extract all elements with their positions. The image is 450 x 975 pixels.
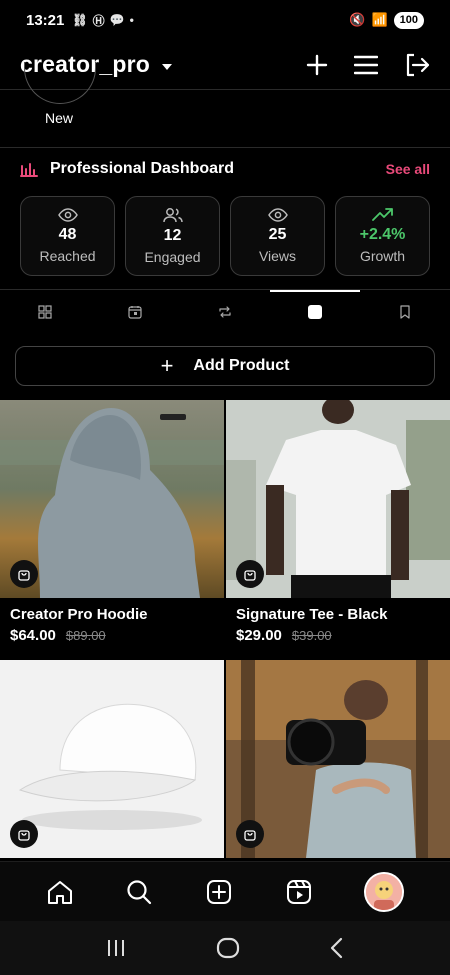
reels-icon[interactable] <box>285 878 313 906</box>
sync-icon: ⛓ <box>72 13 88 27</box>
wifi-icon: 📶 <box>371 12 388 27</box>
stat-card-views[interactable]: 25 Views <box>230 196 325 276</box>
tab-grid[interactable] <box>0 292 90 332</box>
professional-dashboard: Professional Dashboard See all 48 Reache… <box>0 148 450 290</box>
calendar-icon <box>128 306 142 319</box>
stat-value: 48 <box>58 226 77 243</box>
status-bar: 13:21 ⛓ Ⓗ 💬 • 🔇 📶 100 <box>0 0 450 40</box>
stat-card-growth[interactable]: +2.4% Growth <box>335 196 430 276</box>
grid-icon <box>38 305 52 319</box>
dashboard-header: Professional Dashboard See all <box>20 160 430 178</box>
search-icon[interactable] <box>125 878 153 906</box>
bookmark-icon <box>400 305 410 319</box>
tab-saved[interactable] <box>360 292 450 332</box>
plus-icon: + <box>160 353 174 378</box>
chevron-down-icon[interactable] <box>162 63 173 70</box>
stat-label: Views <box>258 248 297 264</box>
stat-card-reached[interactable]: 48 Reached <box>20 196 115 276</box>
product-prices: $64.00 $89.00 <box>10 627 214 644</box>
product-old-price: $39.00 <box>291 628 332 643</box>
users-icon <box>162 208 183 223</box>
screen: 13:21 ⛓ Ⓗ 💬 • 🔇 📶 100 creator_pro New Pr… <box>0 0 450 975</box>
see-all-link[interactable]: See all <box>386 161 430 177</box>
dashboard-title: Professional Dashboard <box>50 160 235 177</box>
recent-apps-icon[interactable] <box>105 938 127 958</box>
product-price: $64.00 <box>10 627 56 644</box>
new-highlight-ring[interactable] <box>24 62 96 104</box>
message-icon: 💬 <box>109 13 125 27</box>
status-right: 🔇 📶 100 <box>349 11 424 29</box>
product-old-price: $89.00 <box>65 628 106 643</box>
stat-label: Reached <box>39 248 96 264</box>
dot-icon: • <box>129 13 134 27</box>
header-actions <box>306 53 430 77</box>
tab-reposts[interactable] <box>180 292 270 332</box>
shopping-bag-icon[interactable] <box>236 560 264 588</box>
stat-value: 25 <box>268 226 287 243</box>
shopping-bag-icon[interactable] <box>10 560 38 588</box>
notification-icons: ⛓ Ⓗ 💬 • <box>72 12 133 29</box>
product-image-camera[interactable] <box>226 660 450 858</box>
stat-cards: 48 Reached 12 Engaged 25 Views +2.4% Gro… <box>20 196 430 276</box>
stat-label: Engaged <box>144 249 201 265</box>
stat-value: 12 <box>163 227 182 244</box>
menu-icon[interactable] <box>354 55 378 75</box>
bottom-nav <box>0 861 450 921</box>
eye-icon <box>267 208 288 222</box>
eye-icon <box>57 208 78 222</box>
product-meta: Signature Tee - Black $29.00 $39.00 <box>226 598 450 660</box>
product-image-tee[interactable] <box>226 400 450 598</box>
profile-avatar[interactable] <box>364 871 405 912</box>
back-icon[interactable] <box>329 937 345 959</box>
bar-chart-icon <box>20 163 38 177</box>
trend-up-icon <box>371 208 393 221</box>
status-time: 13:21 <box>26 11 65 29</box>
battery-icon: 100 <box>393 11 424 29</box>
product-price: $29.00 <box>236 627 282 644</box>
product-grid: Creator Pro Hoodie $64.00 $89.00 Signatu… <box>0 400 450 858</box>
tab-shop[interactable] <box>270 290 360 332</box>
shop-icon <box>308 305 322 319</box>
repost-icon <box>219 306 231 318</box>
mute-icon: 🔇 <box>349 12 366 27</box>
product-image-cap[interactable] <box>0 660 224 858</box>
new-highlight-label[interactable]: New <box>45 110 73 126</box>
home-icon[interactable] <box>46 878 74 906</box>
create-icon[interactable] <box>205 878 233 906</box>
product-card[interactable]: Signature Tee - Black $29.00 $39.00 <box>226 400 450 660</box>
product-image-hoodie[interactable] <box>0 400 224 598</box>
product-meta: Creator Pro Hoodie $64.00 $89.00 <box>0 598 224 660</box>
add-product-label: Add Product <box>193 357 290 374</box>
highlights-row: New <box>0 62 450 148</box>
logout-icon[interactable] <box>404 53 430 77</box>
product-prices: $29.00 $39.00 <box>236 627 440 644</box>
home-button-icon[interactable] <box>216 937 240 959</box>
plus-icon[interactable] <box>306 54 328 76</box>
shopping-bag-icon[interactable] <box>10 820 38 848</box>
product-card[interactable] <box>0 660 224 858</box>
tab-calendar[interactable] <box>90 292 180 332</box>
product-name: Signature Tee - Black <box>236 606 388 623</box>
stat-value: +2.4% <box>359 226 406 243</box>
product-card[interactable] <box>226 660 450 858</box>
stat-label: Growth <box>359 248 406 264</box>
product-card[interactable]: Creator Pro Hoodie $64.00 $89.00 <box>0 400 224 660</box>
profile-tabs <box>0 290 450 332</box>
system-nav-bar <box>0 921 450 975</box>
h-icon: Ⓗ <box>92 13 105 28</box>
shopping-bag-icon[interactable] <box>236 820 264 848</box>
product-name: Creator Pro Hoodie <box>10 606 148 623</box>
stat-card-engaged[interactable]: 12 Engaged <box>125 196 220 276</box>
add-product-button[interactable]: + Add Product <box>15 346 435 386</box>
